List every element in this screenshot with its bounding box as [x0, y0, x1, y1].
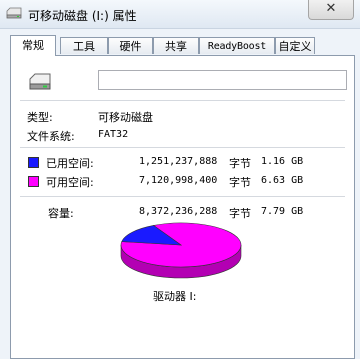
disk-usage-pie	[120, 222, 242, 279]
tab-readyboost[interactable]: ReadyBoost	[199, 37, 275, 54]
type-label: 类型:	[27, 111, 53, 124]
type-value: 可移动磁盘	[98, 111, 153, 124]
close-button[interactable]: ✕	[308, 0, 354, 20]
used-space-label: 已用空间:	[46, 157, 94, 170]
general-panel: 类型: 可移动磁盘 文件系统: FAT32 已用空间: 1,251,237,88…	[10, 55, 355, 359]
close-icon: ✕	[325, 1, 337, 16]
drive-letter-label: 驱动器 I:	[153, 290, 197, 303]
divider	[20, 196, 345, 197]
used-space-size: 1.16 GB	[261, 156, 304, 167]
window-title: 可移动磁盘 (I:) 属性	[28, 9, 137, 23]
tab-sharing[interactable]: 共享	[153, 37, 199, 54]
tab-customize[interactable]: 自定义	[275, 37, 315, 54]
tab-general[interactable]: 常规	[10, 35, 56, 56]
free-space-size: 6.63 GB	[261, 175, 304, 186]
tab-strip: 常规 工具 硬件 共享 ReadyBoost 自定义	[10, 35, 355, 56]
drive-icon	[6, 7, 22, 19]
filesystem-label: 文件系统:	[27, 130, 75, 143]
free-space-swatch	[28, 176, 39, 187]
title-bar: 可移动磁盘 (I:) 属性 ✕	[0, 0, 360, 29]
used-space-swatch	[28, 157, 39, 168]
capacity-unit: 字节	[229, 207, 251, 220]
free-space-label: 可用空间:	[46, 176, 94, 189]
divider	[20, 147, 345, 148]
filesystem-value: FAT32	[98, 129, 129, 140]
used-space-bytes: 1,251,237,888	[139, 156, 218, 167]
used-space-unit: 字节	[229, 157, 251, 170]
free-space-unit: 字节	[229, 176, 251, 189]
free-space-bytes: 7,120,998,400	[139, 175, 218, 186]
capacity-size: 7.79 GB	[261, 206, 304, 217]
removable-drive-icon	[29, 73, 51, 90]
capacity-bytes: 8,372,236,288	[139, 206, 218, 217]
capacity-label: 容量:	[48, 207, 74, 220]
tab-tools[interactable]: 工具	[60, 37, 108, 54]
divider	[20, 100, 345, 101]
drive-name-input[interactable]	[98, 70, 347, 90]
tab-hardware[interactable]: 硬件	[108, 37, 153, 54]
